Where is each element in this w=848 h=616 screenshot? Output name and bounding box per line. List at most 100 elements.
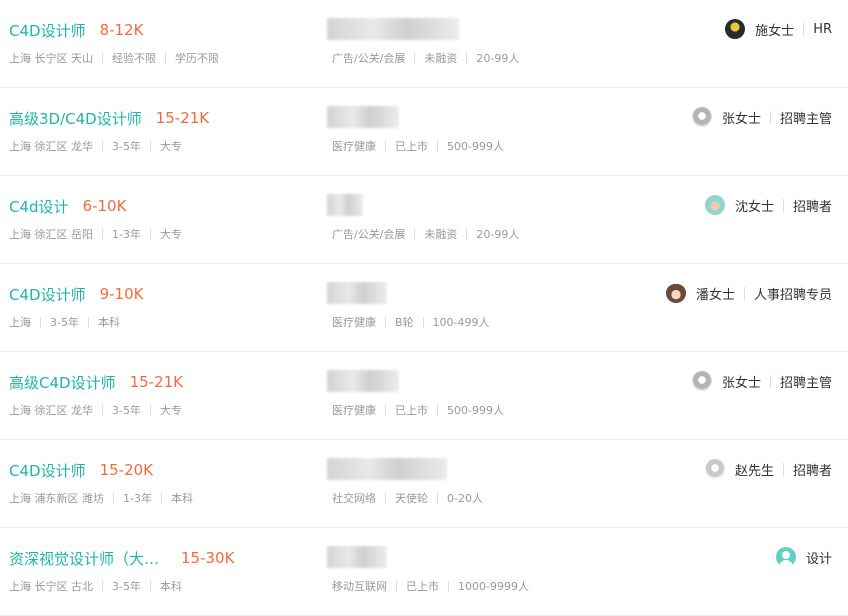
recruiter-name: 设计 [805, 551, 832, 567]
divider [149, 228, 151, 240]
divider [40, 316, 41, 328]
recruiter-info[interactable]: 赵先生 招聘者 [704, 458, 832, 480]
company-industry: 医疗健康 [332, 404, 376, 417]
divider [769, 110, 771, 124]
job-experience: 3-5年 [112, 580, 141, 593]
company-size: 1000-9999人 [458, 580, 529, 593]
job-card[interactable]: 资深视觉设计师（大… 15-30K 上海 长宁区 古北 3-5年 本科 移动互联… [0, 528, 848, 616]
divider [466, 52, 468, 64]
divider [385, 140, 386, 152]
divider [385, 316, 386, 328]
job-education: 本科 [159, 580, 182, 593]
job-card[interactable]: C4D设计师 15-20K 上海 浦东新区 潍坊 1-3年 本科 社交网络 天使… [0, 440, 848, 528]
company-name-blurred[interactable] [327, 546, 387, 568]
divider [385, 492, 386, 504]
divider [396, 580, 397, 592]
job-education: 本科 [97, 316, 120, 329]
divider [803, 22, 805, 36]
job-card[interactable]: 高级3D/C4D设计师 15-21K 上海 徐汇区 龙华 3-5年 大专 医疗健… [0, 88, 848, 176]
divider [149, 404, 151, 416]
job-experience: 3-5年 [112, 404, 141, 417]
job-location: 上海 长宁区 古北 [9, 580, 93, 593]
divider [466, 228, 468, 240]
job-title[interactable]: C4D设计师 [9, 284, 86, 305]
avatar-gray-icon [691, 371, 712, 391]
job-list: C4D设计师 8-12K 上海 长宁区 天山 经验不限 学历不限 广告/公关/会… [0, 0, 848, 616]
job-salary: 15-21K [155, 109, 210, 127]
recruiter-name: 赵先生 [734, 463, 774, 479]
divider [437, 404, 438, 416]
job-experience: 1-3年 [112, 228, 141, 241]
job-education: 大专 [159, 404, 182, 417]
job-card[interactable]: 高级C4D设计师 15-21K 上海 徐汇区 龙华 3-5年 大专 医疗健康 已… [0, 352, 848, 440]
company-industry: 社交网络 [332, 492, 376, 505]
job-title[interactable]: C4d设计 [9, 196, 69, 217]
company-name-blurred[interactable] [327, 194, 363, 216]
job-title[interactable]: 高级C4D设计师 [9, 372, 116, 393]
job-location: 上海 徐汇区 龙华 [9, 404, 93, 417]
job-title-line: 高级3D/C4D设计师 15-21K [9, 108, 209, 128]
job-title[interactable]: C4D设计师 [9, 460, 86, 481]
job-title-line: C4D设计师 15-20K [9, 460, 153, 480]
divider [149, 140, 151, 152]
company-size: 20-99人 [476, 228, 520, 241]
recruiter-info[interactable]: 张女士 招聘主管 [691, 106, 832, 128]
job-title[interactable]: C4D设计师 [9, 20, 86, 41]
recruiter-title: 招聘者 [792, 463, 832, 479]
company-funding: 已上市 [406, 580, 439, 593]
job-requirements: 上海 长宁区 古北 3-5年 本科 [9, 578, 182, 594]
divider [782, 462, 784, 476]
job-title[interactable]: 资深视觉设计师（大… [9, 548, 159, 569]
avatar-default-icon [775, 547, 796, 567]
recruiter-title: 招聘者 [792, 199, 832, 215]
job-requirements: 上海 徐汇区 龙华 3-5年 大专 [9, 402, 182, 418]
job-card[interactable]: C4d设计 6-10K 上海 徐汇区 岳阳 1-3年 大专 广告/公关/会展 未… [0, 176, 848, 264]
job-title-line: C4D设计师 8-12K [9, 20, 143, 40]
job-location: 上海 [9, 316, 31, 329]
job-experience: 1-3年 [123, 492, 152, 505]
recruiter-info[interactable]: 沈女士 招聘者 [704, 194, 832, 216]
recruiter-name: 沈女士 [734, 199, 774, 215]
job-requirements: 上海 徐汇区 岳阳 1-3年 大专 [9, 226, 182, 242]
recruiter-info[interactable]: 设计 [775, 546, 832, 568]
company-info: 医疗健康 B轮 100-499人 [332, 314, 490, 330]
job-title-line: 资深视觉设计师（大… 15-30K [9, 548, 234, 568]
company-size: 500-999人 [447, 404, 504, 417]
job-education: 本科 [170, 492, 193, 505]
job-education: 大专 [159, 140, 182, 153]
job-salary: 6-10K [82, 197, 127, 215]
company-industry: 医疗健康 [332, 140, 376, 153]
recruiter-title: 招聘主管 [779, 111, 832, 127]
recruiter-name: 施女士 [755, 23, 795, 39]
job-title[interactable]: 高级3D/C4D设计师 [9, 108, 142, 129]
divider [102, 52, 103, 64]
company-name-blurred[interactable] [327, 458, 447, 480]
job-title-line: C4D设计师 9-10K [9, 284, 143, 304]
divider [165, 52, 166, 64]
company-name-blurred[interactable] [327, 106, 399, 128]
recruiter-info[interactable]: 张女士 招聘主管 [691, 370, 832, 392]
divider [782, 198, 784, 212]
divider [743, 286, 745, 300]
job-card[interactable]: C4D设计师 9-10K 上海 3-5年 本科 医疗健康 B轮 100-499人… [0, 264, 848, 352]
avatar-teal-icon [704, 195, 725, 215]
job-title-line: C4d设计 6-10K [9, 196, 126, 216]
recruiter-info[interactable]: 施女士 HR [725, 18, 832, 40]
company-name-blurred[interactable] [327, 282, 387, 304]
job-education: 学历不限 [175, 52, 219, 65]
company-funding: 未融资 [424, 52, 458, 65]
company-funding: 已上市 [395, 404, 428, 417]
job-location: 上海 浦东新区 潍坊 [9, 492, 104, 505]
avatar-dark-icon [725, 19, 746, 39]
company-name-blurred[interactable] [327, 370, 399, 392]
job-card[interactable]: C4D设计师 8-12K 上海 长宁区 天山 经验不限 学历不限 广告/公关/会… [0, 0, 848, 88]
divider [769, 374, 771, 388]
job-requirements: 上海 3-5年 本科 [9, 314, 120, 330]
job-requirements: 上海 徐汇区 龙华 3-5年 大专 [9, 138, 182, 154]
recruiter-info[interactable]: 潘女士 人事招聘专员 [665, 282, 832, 304]
divider [102, 140, 103, 152]
job-title-line: 高级C4D设计师 15-21K [9, 372, 183, 392]
company-size: 100-499人 [432, 316, 490, 329]
company-name-blurred[interactable] [327, 18, 459, 40]
job-salary: 15-30K [181, 549, 235, 567]
